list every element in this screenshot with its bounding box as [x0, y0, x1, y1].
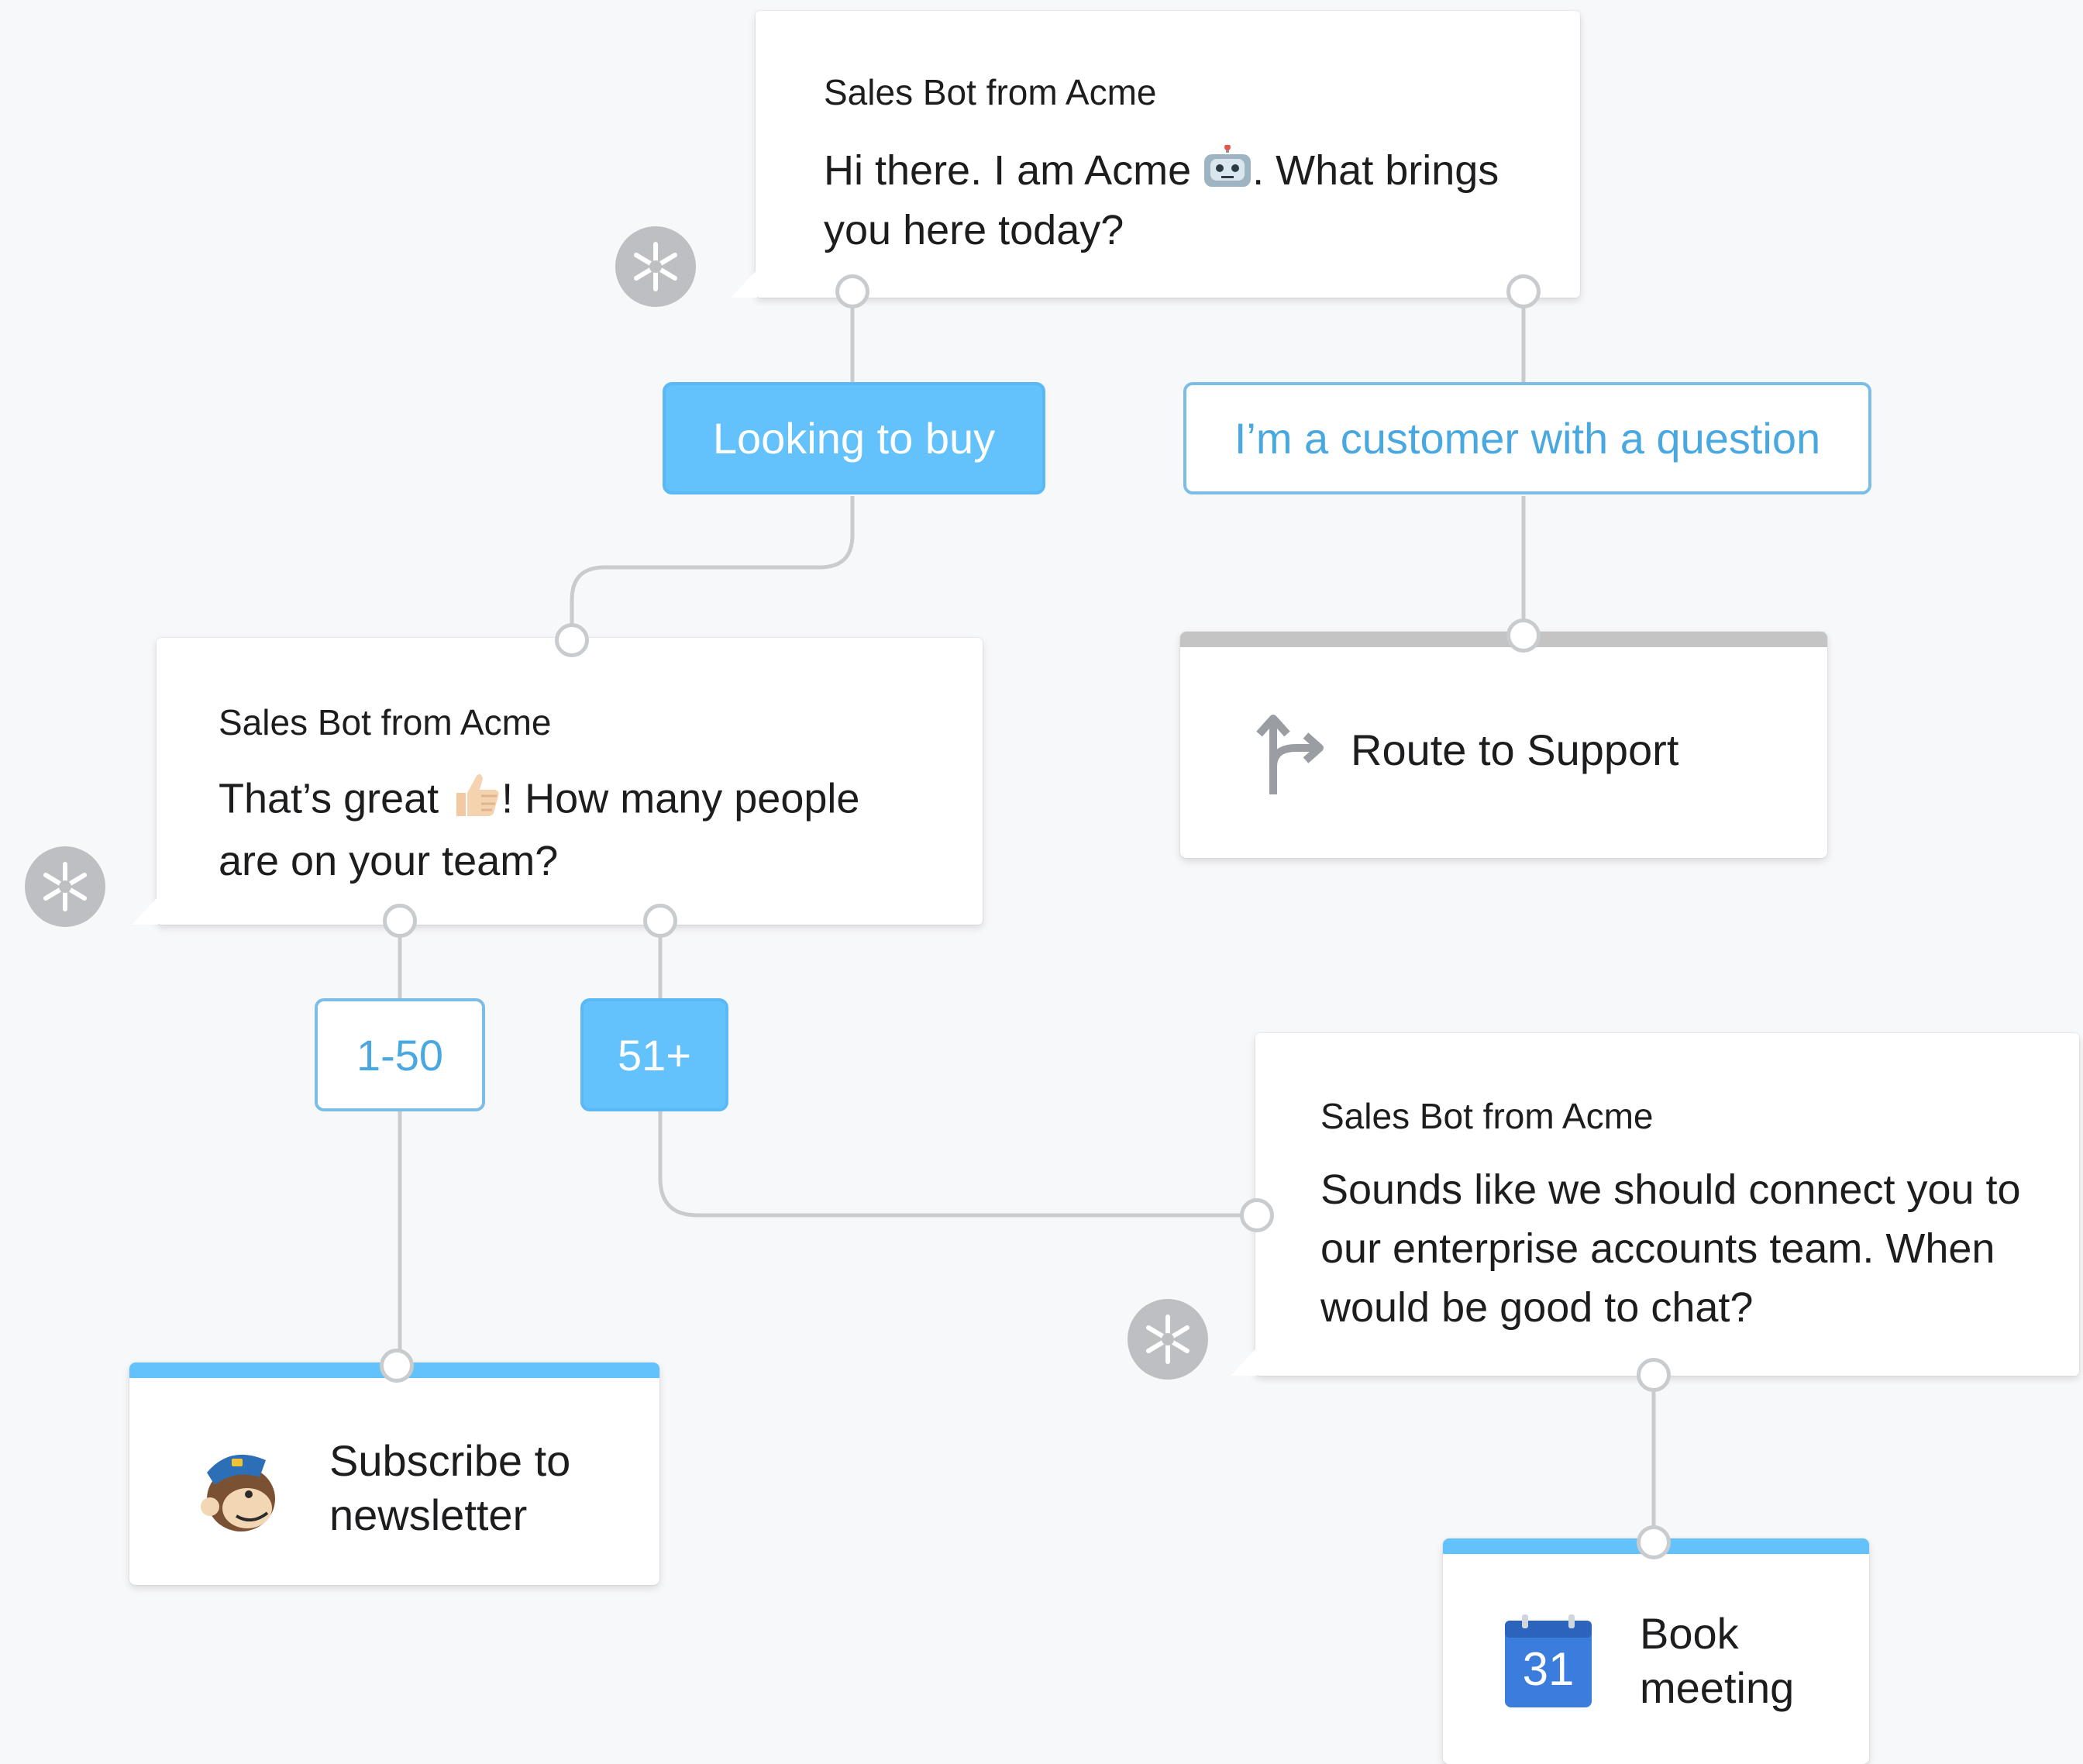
message-line-1b: . What brings — [1252, 147, 1499, 194]
action-header-bar — [1180, 632, 1827, 647]
message-line-1a: Hi there. I am Acme — [824, 147, 1203, 194]
snowflake-icon — [43, 862, 87, 911]
sender-label: Sales Bot from Acme — [1320, 1096, 1654, 1136]
snowflake-icon — [634, 242, 677, 291]
message-line-1a: That’s great — [219, 775, 451, 822]
option-range-51-plus[interactable]: 51+ — [580, 998, 728, 1111]
option-range-1-50[interactable]: 1-50 — [315, 998, 485, 1111]
port-team-out-2[interactable] — [643, 904, 677, 938]
route-arrow-icon — [1242, 708, 1335, 801]
action-label-line-1: Book — [1640, 1609, 1739, 1658]
calendar-day: 31 — [1522, 1643, 1575, 1695]
message-node-enterprise[interactable]: Sales Bot from Acme Sounds like we shoul… — [1231, 1033, 2079, 1376]
mailchimp-icon — [191, 1438, 292, 1539]
port-route-in[interactable] — [1506, 618, 1541, 653]
sender-label: Sales Bot from Acme — [824, 72, 1157, 112]
port-greeting-out-1[interactable] — [835, 274, 869, 308]
port-team-in[interactable] — [555, 623, 589, 657]
action-label: Book meeting — [1640, 1607, 1794, 1715]
sender-label: Sales Bot from Acme — [219, 702, 552, 742]
calendar-icon: 31 — [1503, 1613, 1593, 1709]
action-route-to-support[interactable]: Route to Support — [1180, 632, 1827, 858]
port-enterprise-out[interactable] — [1637, 1358, 1671, 1392]
bot-avatar — [25, 846, 105, 927]
connector-large-to-enterprise — [658, 1110, 1255, 1218]
message-line-3: would be good to chat? — [1320, 1284, 1754, 1331]
connector-buy-to-team — [570, 496, 855, 642]
message-line-2: our enterprise accounts team. When — [1320, 1225, 1995, 1272]
action-label-line-2: newsletter — [329, 1490, 528, 1539]
message-node-greeting[interactable]: Sales Bot from Acme Hi there. I am Acme … — [731, 11, 1580, 298]
message-text: That’s great ! How many people are on yo… — [219, 770, 955, 889]
message-line-1b: ! How many people — [501, 775, 860, 822]
action-label-line-2: meeting — [1640, 1663, 1795, 1712]
port-enterprise-in[interactable] — [1240, 1198, 1274, 1232]
bot-avatar — [1128, 1299, 1208, 1380]
message-text: Sounds like we should connect you to our… — [1320, 1160, 2064, 1337]
option-customer-question[interactable]: I’m a customer with a question — [1183, 382, 1871, 494]
port-subscribe-in[interactable] — [380, 1349, 414, 1383]
flow-canvas: Sales Bot from Acme Hi there. I am Acme … — [0, 0, 2083, 1764]
port-team-out-1[interactable] — [383, 904, 417, 938]
action-book-meeting[interactable]: 31 Book meeting — [1443, 1538, 1869, 1764]
action-label: Subscribe to newsletter — [329, 1434, 570, 1542]
thumbs-up-icon — [450, 770, 501, 833]
port-greeting-out-2[interactable] — [1506, 274, 1541, 308]
action-label: Route to Support — [1351, 725, 1679, 774]
message-line-2: are on your team? — [219, 838, 559, 884]
robot-face-icon — [1203, 143, 1252, 202]
port-book-in[interactable] — [1637, 1525, 1671, 1559]
message-line-2: you here today? — [824, 206, 1124, 253]
message-line-1: Sounds like we should connect you to — [1320, 1166, 2021, 1213]
message-node-team-size[interactable]: Sales Bot from Acme That’s great ! How m… — [132, 638, 983, 925]
action-label-line-1: Subscribe to — [329, 1436, 571, 1485]
snowflake-icon — [1146, 1314, 1190, 1364]
bot-avatar — [615, 226, 696, 307]
message-text: Hi there. I am Acme . What brings you he… — [824, 143, 1552, 258]
action-subscribe-newsletter[interactable]: Subscribe to newsletter — [129, 1363, 659, 1585]
option-looking-to-buy[interactable]: Looking to buy — [663, 382, 1045, 494]
